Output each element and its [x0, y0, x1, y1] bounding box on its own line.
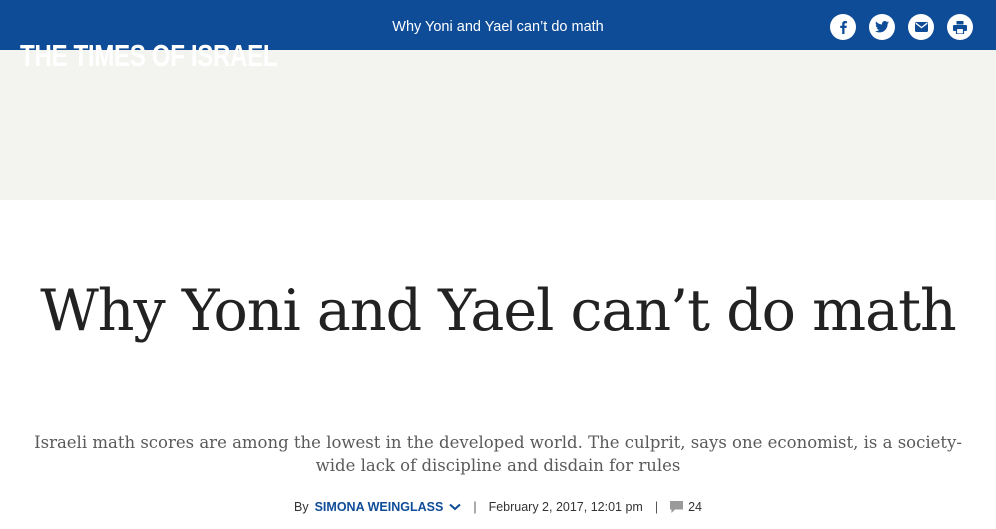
print-share-button[interactable]	[947, 14, 973, 40]
comments-link[interactable]: 24	[670, 500, 702, 514]
email-share-button[interactable]	[908, 14, 934, 40]
print-icon	[953, 20, 967, 34]
publish-date: February 2, 2017, 12:01 pm	[488, 500, 643, 514]
email-icon	[914, 22, 928, 32]
comment-icon	[670, 501, 684, 513]
article-headline: Why Yoni and Yael can’t do math	[40, 278, 957, 344]
twitter-share-button[interactable]	[869, 14, 895, 40]
byline-separator: |	[473, 500, 477, 514]
comment-count: 24	[688, 500, 702, 514]
article-subheadline: Israeli math scores are among the lowest…	[34, 433, 962, 475]
facebook-share-button[interactable]	[830, 14, 856, 40]
twitter-icon	[875, 21, 889, 33]
share-buttons	[830, 14, 973, 40]
chevron-down-icon[interactable]	[449, 503, 461, 511]
facebook-icon	[840, 21, 847, 34]
byline-separator: |	[654, 500, 659, 514]
byline-prefix: By	[294, 500, 309, 514]
site-logo[interactable]: THE TIMES OF ISRAEL	[20, 36, 278, 76]
author-link[interactable]: SIMONA WEINGLASS	[315, 500, 444, 514]
article-byline: By SIMONA WEINGLASS | February 2, 2017, …	[0, 500, 996, 514]
